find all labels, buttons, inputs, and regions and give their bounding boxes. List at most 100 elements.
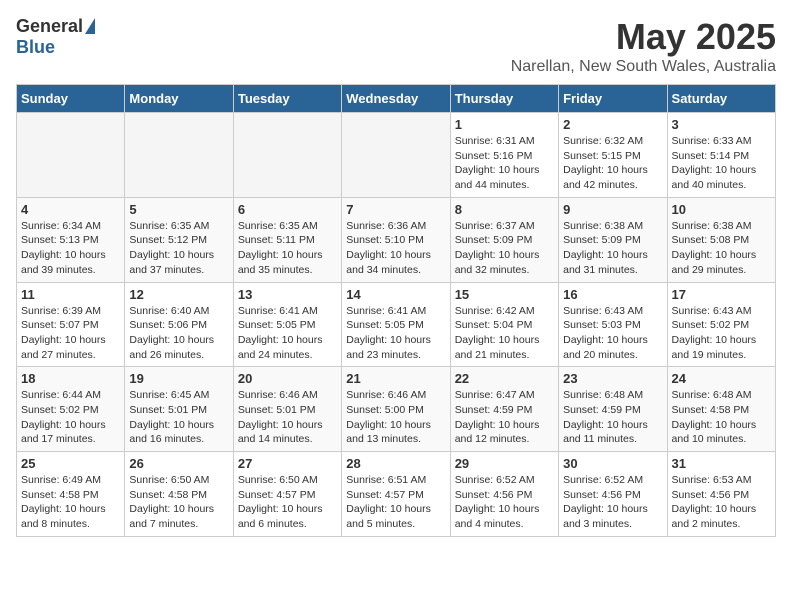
day-info: Sunrise: 6:46 AM Sunset: 5:01 PM Dayligh… xyxy=(238,388,337,447)
weekday-header-cell: Tuesday xyxy=(233,85,341,113)
day-info: Sunrise: 6:38 AM Sunset: 5:08 PM Dayligh… xyxy=(672,219,771,278)
day-number: 14 xyxy=(346,287,445,302)
calendar-cell: 29 Sunrise: 6:52 AM Sunset: 4:56 PM Dayli… xyxy=(450,452,558,537)
calendar-cell: 13 Sunrise: 6:41 AM Sunset: 5:05 PM Dayli… xyxy=(233,282,341,367)
day-number: 12 xyxy=(129,287,228,302)
day-number: 20 xyxy=(238,371,337,386)
day-info: Sunrise: 6:35 AM Sunset: 5:11 PM Dayligh… xyxy=(238,219,337,278)
calendar-cell xyxy=(342,113,450,198)
logo-general-text: General xyxy=(16,16,83,37)
day-number: 23 xyxy=(563,371,662,386)
logo: General Blue xyxy=(16,16,95,58)
weekday-header-cell: Sunday xyxy=(17,85,125,113)
calendar-cell: 6 Sunrise: 6:35 AM Sunset: 5:11 PM Daylig… xyxy=(233,197,341,282)
day-info: Sunrise: 6:35 AM Sunset: 5:12 PM Dayligh… xyxy=(129,219,228,278)
day-info: Sunrise: 6:41 AM Sunset: 5:05 PM Dayligh… xyxy=(346,304,445,363)
calendar-cell: 17 Sunrise: 6:43 AM Sunset: 5:02 PM Dayli… xyxy=(667,282,775,367)
calendar-cell: 30 Sunrise: 6:52 AM Sunset: 4:56 PM Dayli… xyxy=(559,452,667,537)
calendar-cell: 18 Sunrise: 6:44 AM Sunset: 5:02 PM Dayli… xyxy=(17,367,125,452)
day-info: Sunrise: 6:44 AM Sunset: 5:02 PM Dayligh… xyxy=(21,388,120,447)
calendar-week-row: 11Sunrise: 6:39 AM Sunset: 5:07 PM Dayli… xyxy=(17,282,776,367)
day-number: 31 xyxy=(672,456,771,471)
calendar-cell: 12 Sunrise: 6:40 AM Sunset: 5:06 PM Dayli… xyxy=(125,282,233,367)
day-info: Sunrise: 6:52 AM Sunset: 4:56 PM Dayligh… xyxy=(563,473,662,532)
day-info: Sunrise: 6:47 AM Sunset: 4:59 PM Dayligh… xyxy=(455,388,554,447)
day-info: Sunrise: 6:45 AM Sunset: 5:01 PM Dayligh… xyxy=(129,388,228,447)
day-number: 10 xyxy=(672,202,771,217)
day-info: Sunrise: 6:48 AM Sunset: 4:59 PM Dayligh… xyxy=(563,388,662,447)
calendar-cell xyxy=(17,113,125,198)
day-number: 6 xyxy=(238,202,337,217)
weekday-header-cell: Monday xyxy=(125,85,233,113)
day-info: Sunrise: 6:53 AM Sunset: 4:56 PM Dayligh… xyxy=(672,473,771,532)
day-info: Sunrise: 6:32 AM Sunset: 5:15 PM Dayligh… xyxy=(563,134,662,193)
calendar-cell: 15Sunrise: 6:42 AM Sunset: 5:04 PM Dayli… xyxy=(450,282,558,367)
day-number: 25 xyxy=(21,456,120,471)
day-info: Sunrise: 6:43 AM Sunset: 5:03 PM Dayligh… xyxy=(563,304,662,363)
weekday-header-cell: Wednesday xyxy=(342,85,450,113)
day-number: 18 xyxy=(21,371,120,386)
day-number: 29 xyxy=(455,456,554,471)
calendar-cell: 26Sunrise: 6:50 AM Sunset: 4:58 PM Dayli… xyxy=(125,452,233,537)
day-number: 3 xyxy=(672,117,771,132)
day-info: Sunrise: 6:42 AM Sunset: 5:04 PM Dayligh… xyxy=(455,304,554,363)
calendar-cell: 14 Sunrise: 6:41 AM Sunset: 5:05 PM Dayli… xyxy=(342,282,450,367)
calendar-cell: 16 Sunrise: 6:43 AM Sunset: 5:03 PM Dayli… xyxy=(559,282,667,367)
calendar-cell: 31 Sunrise: 6:53 AM Sunset: 4:56 PM Dayli… xyxy=(667,452,775,537)
day-number: 2 xyxy=(563,117,662,132)
day-info: Sunrise: 6:38 AM Sunset: 5:09 PM Dayligh… xyxy=(563,219,662,278)
calendar-cell: 8 Sunrise: 6:37 AM Sunset: 5:09 PM Daylig… xyxy=(450,197,558,282)
calendar-cell: 27 Sunrise: 6:50 AM Sunset: 4:57 PM Dayli… xyxy=(233,452,341,537)
title-area: May 2025 Narellan, New South Wales, Aust… xyxy=(511,16,776,76)
calendar-week-row: 4Sunrise: 6:34 AM Sunset: 5:13 PM Daylig… xyxy=(17,197,776,282)
day-number: 24 xyxy=(672,371,771,386)
calendar-cell: 3 Sunrise: 6:33 AM Sunset: 5:14 PM Daylig… xyxy=(667,113,775,198)
day-info: Sunrise: 6:40 AM Sunset: 5:06 PM Dayligh… xyxy=(129,304,228,363)
day-info: Sunrise: 6:34 AM Sunset: 5:13 PM Dayligh… xyxy=(21,219,120,278)
day-number: 21 xyxy=(346,371,445,386)
day-info: Sunrise: 6:33 AM Sunset: 5:14 PM Dayligh… xyxy=(672,134,771,193)
weekday-header-cell: Friday xyxy=(559,85,667,113)
calendar-table: SundayMondayTuesdayWednesdayThursdayFrid… xyxy=(16,84,776,537)
calendar-cell xyxy=(233,113,341,198)
day-number: 9 xyxy=(563,202,662,217)
day-info: Sunrise: 6:41 AM Sunset: 5:05 PM Dayligh… xyxy=(238,304,337,363)
day-info: Sunrise: 6:39 AM Sunset: 5:07 PM Dayligh… xyxy=(21,304,120,363)
day-number: 16 xyxy=(563,287,662,302)
calendar-cell: 20 Sunrise: 6:46 AM Sunset: 5:01 PM Dayli… xyxy=(233,367,341,452)
day-number: 5 xyxy=(129,202,228,217)
calendar-week-row: 1 Sunrise: 6:31 AM Sunset: 5:16 PM Daylig… xyxy=(17,113,776,198)
calendar-cell: 9 Sunrise: 6:38 AM Sunset: 5:09 PM Daylig… xyxy=(559,197,667,282)
day-info: Sunrise: 6:49 AM Sunset: 4:58 PM Dayligh… xyxy=(21,473,120,532)
day-info: Sunrise: 6:37 AM Sunset: 5:09 PM Dayligh… xyxy=(455,219,554,278)
calendar-cell: 21Sunrise: 6:46 AM Sunset: 5:00 PM Dayli… xyxy=(342,367,450,452)
day-number: 27 xyxy=(238,456,337,471)
calendar-cell: 10 Sunrise: 6:38 AM Sunset: 5:08 PM Dayli… xyxy=(667,197,775,282)
day-info: Sunrise: 6:52 AM Sunset: 4:56 PM Dayligh… xyxy=(455,473,554,532)
calendar-cell: 19Sunrise: 6:45 AM Sunset: 5:01 PM Dayli… xyxy=(125,367,233,452)
weekday-header-cell: Thursday xyxy=(450,85,558,113)
day-info: Sunrise: 6:31 AM Sunset: 5:16 PM Dayligh… xyxy=(455,134,554,193)
day-info: Sunrise: 6:50 AM Sunset: 4:57 PM Dayligh… xyxy=(238,473,337,532)
page-header: General Blue May 2025 Narellan, New Sout… xyxy=(16,16,776,76)
calendar-cell: 2 Sunrise: 6:32 AM Sunset: 5:15 PM Daylig… xyxy=(559,113,667,198)
day-number: 13 xyxy=(238,287,337,302)
logo-blue-text: Blue xyxy=(16,37,55,58)
day-info: Sunrise: 6:48 AM Sunset: 4:58 PM Dayligh… xyxy=(672,388,771,447)
month-title: May 2025 xyxy=(511,16,776,58)
calendar-body: 1 Sunrise: 6:31 AM Sunset: 5:16 PM Daylig… xyxy=(17,113,776,537)
day-number: 7 xyxy=(346,202,445,217)
calendar-cell: 28Sunrise: 6:51 AM Sunset: 4:57 PM Dayli… xyxy=(342,452,450,537)
weekday-header-cell: Saturday xyxy=(667,85,775,113)
logo-triangle-icon xyxy=(85,18,95,34)
day-number: 30 xyxy=(563,456,662,471)
day-number: 8 xyxy=(455,202,554,217)
day-number: 17 xyxy=(672,287,771,302)
calendar-week-row: 25 Sunrise: 6:49 AM Sunset: 4:58 PM Dayli… xyxy=(17,452,776,537)
calendar-cell: 22Sunrise: 6:47 AM Sunset: 4:59 PM Dayli… xyxy=(450,367,558,452)
day-info: Sunrise: 6:51 AM Sunset: 4:57 PM Dayligh… xyxy=(346,473,445,532)
day-info: Sunrise: 6:43 AM Sunset: 5:02 PM Dayligh… xyxy=(672,304,771,363)
weekday-header-row: SundayMondayTuesdayWednesdayThursdayFrid… xyxy=(17,85,776,113)
day-number: 1 xyxy=(455,117,554,132)
calendar-cell: 5 Sunrise: 6:35 AM Sunset: 5:12 PM Daylig… xyxy=(125,197,233,282)
